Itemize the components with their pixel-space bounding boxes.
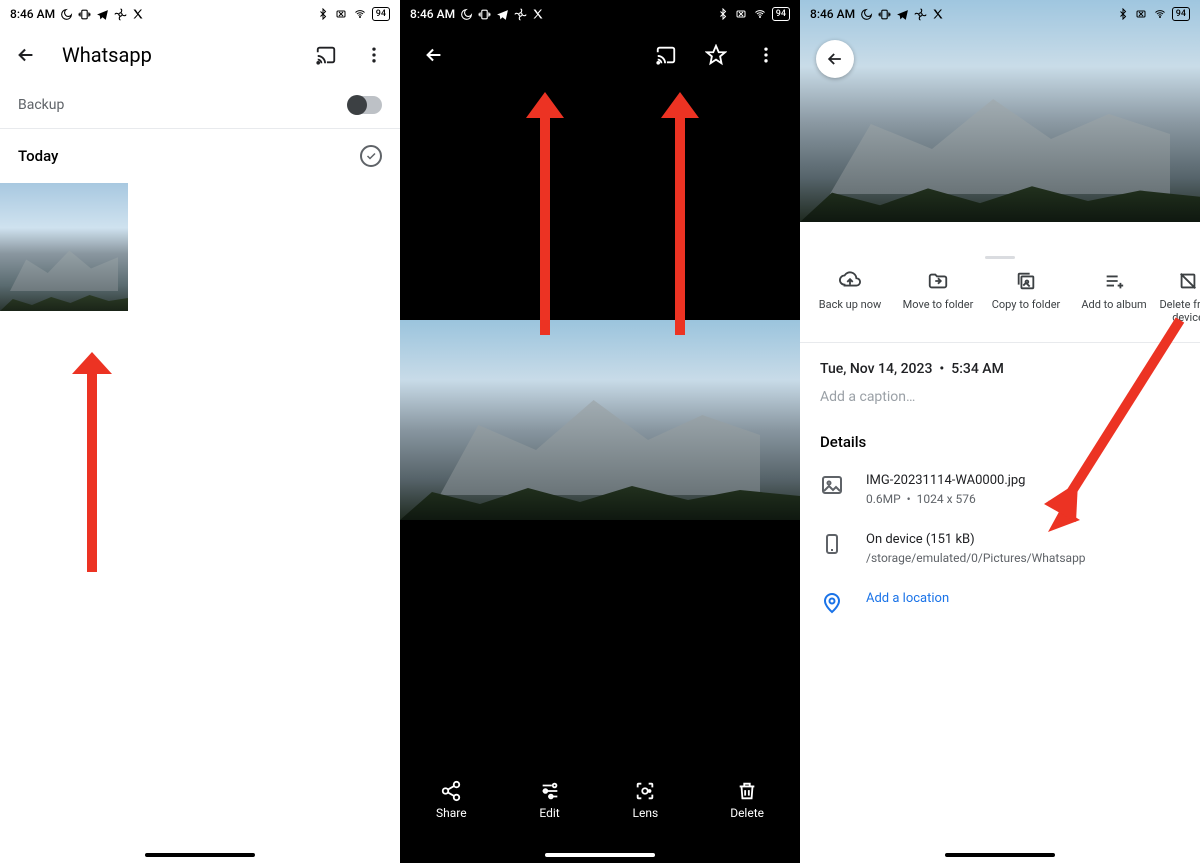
location-row[interactable]: Add a location (820, 591, 1180, 615)
status-time: 8:46 AM (810, 7, 855, 21)
panel-album: 8:46 AM (0, 0, 400, 863)
fan-icon (114, 8, 127, 21)
battery-indicator: 94 (1172, 7, 1190, 21)
status-bar: 8:46 AM 94 (400, 0, 800, 28)
viewer-app-bar (400, 28, 800, 82)
overflow-icon[interactable] (362, 43, 386, 67)
app-bar: Whatsapp (0, 28, 400, 82)
x-icon (132, 8, 144, 20)
backup-label: Backup (18, 97, 64, 113)
annotation-arrow (520, 90, 570, 335)
details-heading: Details (820, 433, 1180, 451)
image-icon (820, 473, 844, 497)
select-all-icon[interactable] (360, 145, 382, 167)
bluetooth-icon (317, 8, 329, 20)
status-time: 8:46 AM (410, 7, 455, 21)
vibrate-icon (478, 8, 491, 21)
status-bar: 8:46 AM 94 (800, 0, 1200, 28)
file-name: IMG-20231114-WA0000.jpg (866, 473, 1025, 488)
wifi-icon (1153, 8, 1167, 20)
action-label: Back up now (819, 298, 881, 311)
caption-input[interactable]: Add a caption… (820, 389, 1180, 405)
device-path: /storage/emulated/0/Pictures/Whatsapp (866, 551, 1086, 565)
vibrate-icon (878, 8, 891, 21)
telegram-icon (896, 8, 909, 21)
add-location-link[interactable]: Add a location (866, 591, 949, 606)
star-icon[interactable] (696, 35, 736, 75)
panel-viewer: 8:46 AM 94 (400, 0, 800, 863)
wifi-icon (353, 8, 367, 20)
telegram-icon (496, 8, 509, 21)
location-icon (820, 591, 844, 615)
home-indicator (945, 853, 1055, 857)
edit-button[interactable]: Edit (539, 780, 561, 820)
photo-datetime: Tue, Nov 14, 2023 • 5:34 AM (820, 361, 1180, 377)
no-data-icon (734, 8, 748, 20)
moon-icon (60, 8, 73, 21)
device-title: On device (151 kB) (866, 532, 1086, 547)
viewer-bottom-bar: Share Edit Lens Delete (400, 765, 800, 835)
x-icon (532, 8, 544, 20)
info-sheet: Back up now Move to folder Copy to folde… (800, 250, 1200, 863)
vibrate-icon (78, 8, 91, 21)
no-data-icon (334, 8, 348, 20)
annotation-arrow (655, 90, 705, 335)
photo-full[interactable] (400, 320, 800, 520)
moon-icon (460, 8, 473, 21)
copy-folder-button[interactable]: Copy to folder (982, 270, 1070, 324)
bluetooth-icon (1117, 8, 1129, 20)
back-icon[interactable] (816, 40, 854, 78)
share-label: Share (436, 806, 467, 820)
battery-indicator: 94 (372, 7, 390, 21)
fan-icon (514, 8, 527, 21)
lens-button[interactable]: Lens (633, 780, 659, 820)
back-icon[interactable] (14, 43, 38, 67)
no-data-icon (1134, 8, 1148, 20)
page-title: Whatsapp (62, 43, 290, 67)
home-indicator (145, 853, 255, 857)
status-bar: 8:46 AM (0, 0, 400, 28)
fan-icon (914, 8, 927, 21)
section-header: Today (0, 129, 400, 183)
back-icon[interactable] (414, 35, 454, 75)
backup-now-button[interactable]: Back up now (806, 270, 894, 324)
share-button[interactable]: Share (436, 780, 467, 820)
photo-thumbnail[interactable] (0, 183, 128, 311)
delete-label: Delete (730, 806, 764, 820)
file-meta: 0.6MP • 1024 x 576 (866, 492, 1025, 506)
lens-label: Lens (633, 806, 659, 820)
add-album-button[interactable]: Add to album (1070, 270, 1158, 324)
moon-icon (860, 8, 873, 21)
annotation-arrow (62, 352, 122, 572)
file-info-row: IMG-20231114-WA0000.jpg 0.6MP • 1024 x 5… (820, 473, 1180, 506)
action-label: Delete from device (1158, 298, 1200, 324)
home-indicator (545, 853, 655, 857)
photo-hero[interactable] (800, 0, 1200, 222)
x-icon (932, 8, 944, 20)
action-label: Add to album (1081, 298, 1146, 311)
delete-device-button[interactable]: Delete from device (1158, 270, 1200, 324)
device-info-row: On device (151 kB) /storage/emulated/0/P… (820, 532, 1180, 565)
overflow-icon[interactable] (746, 35, 786, 75)
cast-icon[interactable] (646, 35, 686, 75)
section-title: Today (18, 147, 58, 165)
bluetooth-icon (717, 8, 729, 20)
info-actions-row: Back up now Move to folder Copy to folde… (800, 258, 1200, 343)
cast-icon[interactable] (314, 43, 338, 67)
backup-toggle[interactable] (348, 96, 382, 114)
move-folder-button[interactable]: Move to folder (894, 270, 982, 324)
battery-indicator: 94 (772, 7, 790, 21)
edit-label: Edit (539, 806, 559, 820)
delete-button[interactable]: Delete (730, 780, 764, 820)
status-time: 8:46 AM (10, 7, 55, 21)
backup-row: Backup (0, 82, 400, 129)
wifi-icon (753, 8, 767, 20)
action-label: Copy to folder (992, 298, 1061, 311)
action-label: Move to folder (903, 298, 974, 311)
panel-info: 8:46 AM 94 Back up now Move to folder (800, 0, 1200, 863)
phone-icon (820, 532, 844, 556)
telegram-icon (96, 8, 109, 21)
